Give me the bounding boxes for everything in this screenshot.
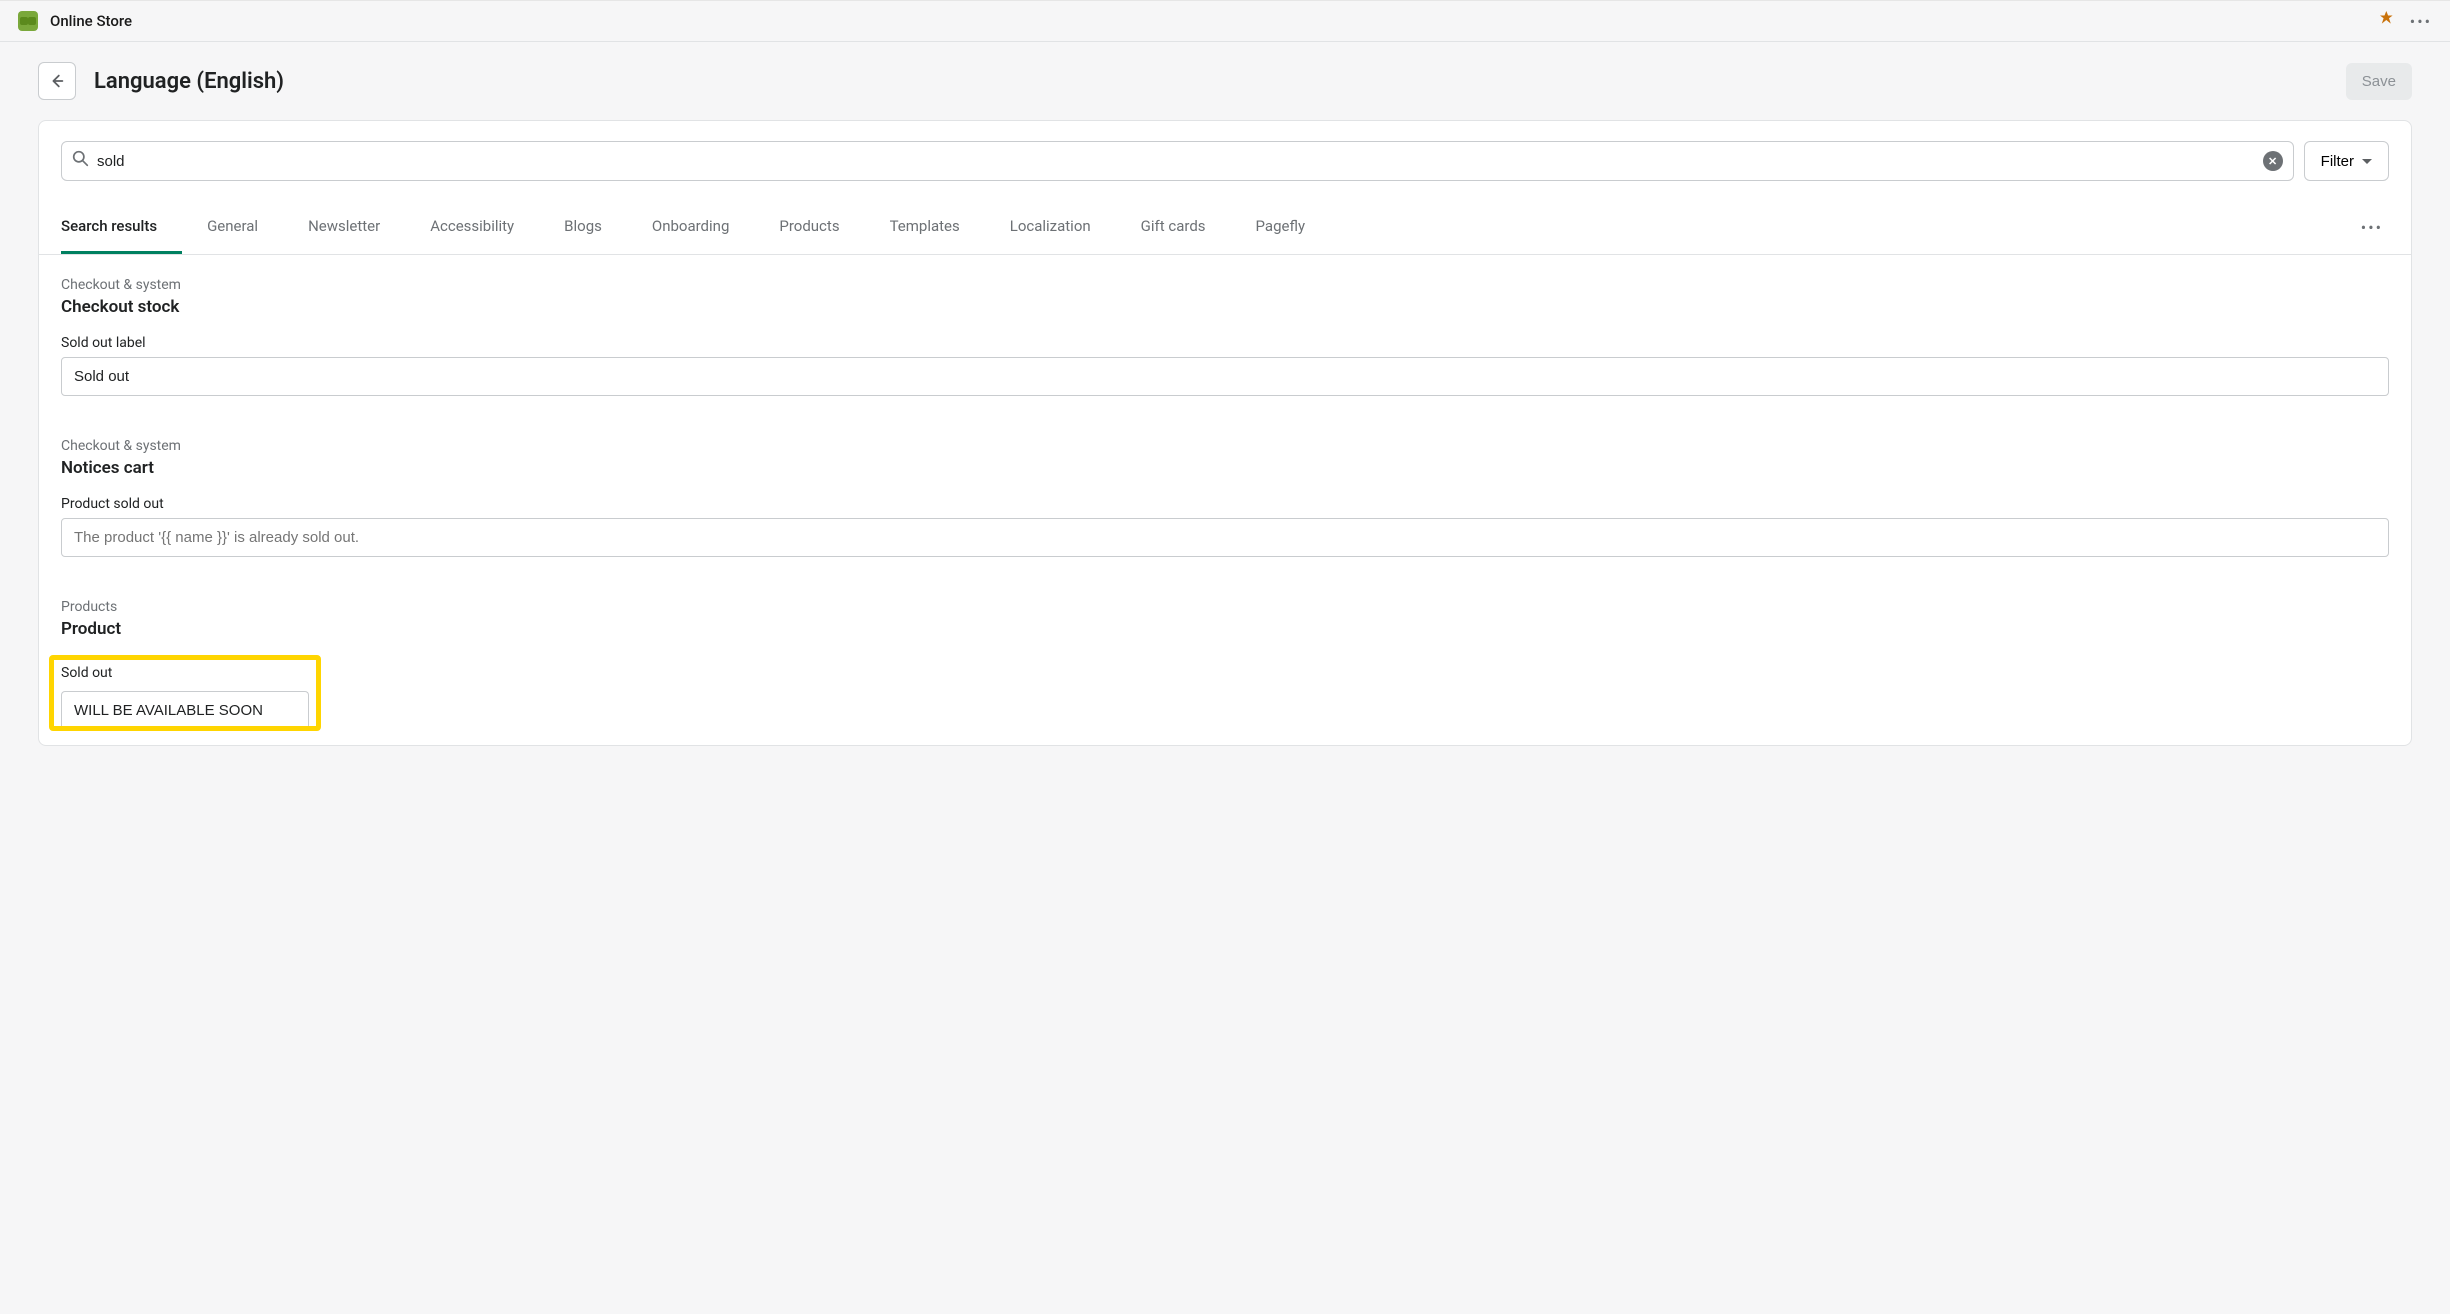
- caret-down-icon: [2362, 159, 2372, 164]
- search-box[interactable]: ✕: [61, 141, 2294, 181]
- clear-search-button[interactable]: ✕: [2263, 151, 2283, 171]
- section-breadcrumb: Products: [61, 599, 2389, 615]
- main-card: ✕ Filter Search results General Newslett…: [38, 120, 2412, 746]
- tab-onboarding[interactable]: Onboarding: [627, 201, 755, 254]
- tab-newsletter[interactable]: Newsletter: [283, 201, 405, 254]
- back-button[interactable]: [38, 62, 76, 100]
- sold-out-text-input[interactable]: [61, 691, 309, 729]
- filter-button[interactable]: Filter: [2304, 141, 2389, 181]
- search-icon: [72, 150, 89, 172]
- more-icon[interactable]: •••: [2410, 12, 2432, 31]
- section-title: Product: [61, 619, 2389, 639]
- search-input[interactable]: [89, 153, 2263, 170]
- topbar-right: •••: [2380, 11, 2432, 31]
- field-label: Sold out: [61, 665, 309, 681]
- highlighted-region: Sold out: [51, 657, 319, 729]
- section-title: Checkout stock: [61, 297, 2389, 317]
- pin-svg: [2380, 11, 2394, 27]
- tab-pagefly[interactable]: Pagefly: [1231, 201, 1331, 254]
- topbar-left: Online Store: [18, 11, 132, 31]
- section-breadcrumb: Checkout & system: [61, 438, 2389, 454]
- tab-blogs[interactable]: Blogs: [539, 201, 627, 254]
- tab-localization[interactable]: Localization: [985, 201, 1116, 254]
- tab-gift-cards[interactable]: Gift cards: [1116, 201, 1231, 254]
- pin-icon[interactable]: [2380, 11, 2394, 31]
- app-title: Online Store: [50, 12, 132, 30]
- tab-search-results[interactable]: Search results: [61, 201, 182, 254]
- section-product: Products Product Sold out: [39, 567, 2411, 745]
- section-breadcrumb: Checkout & system: [61, 277, 2389, 293]
- arrow-left-icon: [48, 72, 66, 90]
- section-title: Notices cart: [61, 458, 2389, 478]
- tabs-overflow-icon[interactable]: •••: [2355, 206, 2389, 249]
- page-title: Language (English): [94, 69, 284, 94]
- search-row: ✕ Filter: [39, 121, 2411, 201]
- section-checkout-stock: Checkout & system Checkout stock Sold ou…: [39, 255, 2411, 406]
- tab-general[interactable]: General: [182, 201, 283, 254]
- tabs: Search results General Newsletter Access…: [39, 201, 2411, 255]
- field-label: Product sold out: [61, 496, 2389, 512]
- page-header: Language (English) Save: [0, 42, 2450, 120]
- section-notices-cart: Checkout & system Notices cart Product s…: [39, 406, 2411, 567]
- product-sold-out-input[interactable]: [61, 518, 2389, 557]
- tab-accessibility[interactable]: Accessibility: [405, 201, 539, 254]
- field-label: Sold out label: [61, 335, 2389, 351]
- tab-templates[interactable]: Templates: [865, 201, 985, 254]
- app-logo-icon: [18, 11, 38, 31]
- header-left: Language (English): [38, 62, 284, 100]
- topbar: Online Store •••: [0, 0, 2450, 42]
- save-button[interactable]: Save: [2346, 63, 2412, 100]
- tab-products[interactable]: Products: [754, 201, 864, 254]
- sold-out-label-input[interactable]: [61, 357, 2389, 396]
- filter-label: Filter: [2321, 153, 2354, 170]
